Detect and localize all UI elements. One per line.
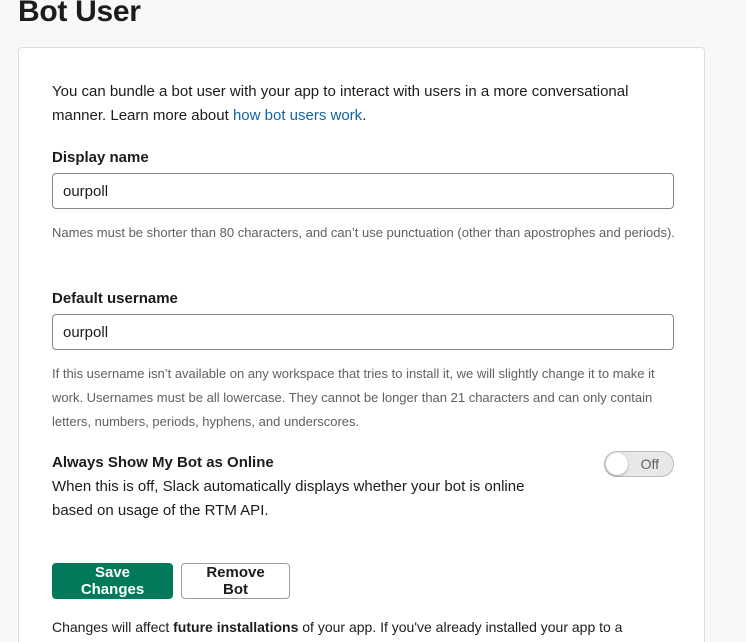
default-username-label: Default username bbox=[52, 290, 178, 307]
page-title: Bot User bbox=[18, 0, 141, 28]
intro-text: You can bundle a bot user with your app … bbox=[52, 80, 677, 128]
default-username-hint: If this username isn’t available on any … bbox=[52, 366, 655, 429]
default-username-input[interactable] bbox=[52, 314, 674, 350]
display-name-hint: Names must be shorter than 80 characters… bbox=[52, 225, 675, 240]
bot-users-link[interactable]: how bot users work bbox=[233, 107, 362, 124]
online-toggle-description: When this is off, Slack automatically di… bbox=[52, 478, 525, 519]
footer-note-end: of your app. If you've already installed… bbox=[298, 619, 623, 635]
page: Bot User You can bundle a bot user with … bbox=[0, 0, 746, 642]
display-name-input[interactable] bbox=[52, 173, 674, 209]
toggle-knob bbox=[606, 453, 628, 475]
footer-note-bold: future installations bbox=[173, 619, 299, 635]
save-changes-button[interactable]: Save Changes bbox=[52, 563, 173, 599]
intro-text-end: . bbox=[362, 107, 367, 124]
display-name-label: Display name bbox=[52, 149, 149, 166]
always-online-toggle[interactable]: Off bbox=[604, 451, 674, 477]
footer-note-start: Changes will affect bbox=[52, 619, 174, 635]
bot-user-card: You can bundle a bot user with your app … bbox=[18, 47, 705, 642]
online-toggle-title: Always Show My Bot as Online bbox=[52, 454, 274, 471]
remove-bot-button[interactable]: Remove Bot bbox=[181, 563, 290, 599]
toggle-state-label: Off bbox=[640, 456, 659, 472]
footer-note: Changes will affect future installations… bbox=[52, 615, 677, 639]
